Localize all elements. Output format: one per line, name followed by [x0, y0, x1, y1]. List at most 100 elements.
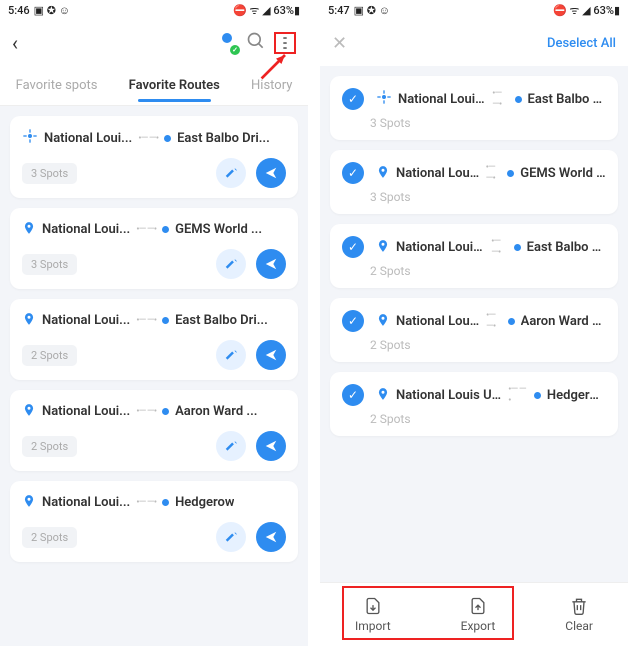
route-list-selection: ✓ National Louis U... •— —• East Balbo Driv… [320, 66, 628, 582]
cloud-sync-icon[interactable]: ✓ [216, 32, 238, 54]
edit-button[interactable] [216, 431, 246, 461]
route-card-selectable[interactable]: ✓National Louis U...•— —•East Balbo Driv… [330, 224, 618, 288]
route-separator-icon: •— —• [136, 224, 156, 235]
clear-button[interactable]: Clear [565, 596, 593, 633]
destination-dot-icon [162, 499, 169, 506]
status-app-icons: ▣ ✪ ☺ [354, 4, 390, 17]
pin-icon [376, 386, 390, 405]
route-separator-icon: •— —• [136, 497, 156, 508]
route-card-selectable[interactable]: ✓National Louis U...•— —•East Balbo Driv… [330, 76, 618, 140]
header: ‹ ✓ [0, 20, 308, 66]
status-right-icons: ⛔ ᯤ ◢ 63%▮ [553, 3, 620, 18]
spots-count: 3 Spots [22, 163, 77, 184]
navigate-button[interactable] [256, 340, 286, 370]
search-icon[interactable] [246, 31, 266, 55]
more-icon[interactable] [274, 32, 296, 54]
route-end: GEMS World Aca... [520, 166, 606, 181]
route-card-selectable[interactable]: ✓National Louis U...•— —•Hedgerow2 Spots [330, 372, 618, 436]
phone-left: 5:46 ▣ ✪ ☺ ⛔ ᯤ ◢ 63%▮ ‹ ✓ Favorite spots… [0, 0, 308, 646]
route-list: National Loui... •— —• East Balbo Dri... 3 … [0, 106, 308, 646]
route-card[interactable]: National Loui...•— —•East Balbo Dri...3 … [10, 116, 298, 198]
route-separator-icon: •— —• [136, 315, 156, 326]
route-end: Hedgerow [175, 495, 234, 510]
import-button[interactable]: Import [355, 596, 391, 633]
route-start: National Loui... [42, 313, 130, 328]
navigate-button[interactable] [256, 522, 286, 552]
spots-count: 2 Spots [370, 264, 606, 278]
destination-dot-icon [508, 318, 515, 325]
navigate-button[interactable] [256, 249, 286, 279]
pin-icon [376, 312, 390, 331]
route-card[interactable]: National Loui... •— —• Hedgerow 2 Spots [10, 481, 298, 562]
export-button[interactable]: Export [461, 596, 496, 633]
phone-right: 5:47 ▣ ✪ ☺ ⛔ ᯤ ◢ 63%▮ ✕ Deselect All ✓ Na… [320, 0, 628, 646]
tab-favorite-spots[interactable]: Favorite spots [16, 78, 98, 93]
status-time: 5:47 [328, 4, 350, 17]
clear-label: Clear [565, 619, 593, 633]
selection-check-icon[interactable]: ✓ [342, 236, 364, 258]
route-start: National Loui... [42, 495, 130, 510]
spots-count: 2 Spots [370, 412, 606, 426]
back-button[interactable]: ‹ [12, 31, 18, 55]
route-end: East Balbo Dri... [177, 131, 270, 146]
status-right-icons: ⛔ ᯤ ◢ 63%▮ [233, 3, 300, 18]
destination-dot-icon [515, 96, 522, 103]
tabs: Favorite spots Favorite Routes History [0, 66, 308, 106]
route-start: National Louis U... [396, 166, 480, 181]
pin-icon [376, 164, 390, 183]
route-card-selectable[interactable]: ✓National Louis U...•— —•GEMS World Aca.… [330, 150, 618, 214]
edit-button[interactable] [216, 249, 246, 279]
crosshair-icon [376, 89, 392, 109]
route-start: National Loui... [42, 222, 130, 237]
tab-favorite-routes[interactable]: Favorite Routes [129, 78, 220, 93]
import-label: Import [355, 619, 391, 633]
destination-dot-icon [534, 392, 541, 399]
route-end: East Balbo Drive [528, 92, 607, 107]
route-card[interactable]: National Loui... •— —• East Balbo Dri... 2 … [10, 299, 298, 380]
selection-check-icon[interactable]: ✓ [342, 162, 364, 184]
status-app-icons: ▣ ✪ ☺ [34, 4, 70, 17]
edit-button[interactable] [216, 158, 246, 188]
spots-count: 2 Spots [370, 338, 606, 352]
route-end: GEMS World ... [175, 222, 262, 237]
selection-check-icon[interactable]: ✓ [342, 88, 364, 110]
spots-count: 2 Spots [22, 345, 77, 366]
selection-check-icon[interactable]: ✓ [342, 384, 364, 406]
route-separator-icon: •— —• [138, 133, 158, 144]
bottom-bar: Import Export Clear [320, 582, 628, 646]
route-start: National Louis U... [398, 92, 486, 107]
route-card[interactable]: National Loui...•— —•Aaron Ward ...2 Spo… [10, 390, 298, 471]
pin-icon [22, 311, 36, 330]
destination-dot-icon [507, 170, 514, 177]
route-end: East Balbo Drive [527, 240, 606, 255]
edit-button[interactable] [216, 340, 246, 370]
spots-count: 2 Spots [22, 436, 77, 457]
spots-count: 2 Spots [22, 527, 77, 548]
deselect-all-button[interactable]: Deselect All [547, 36, 616, 51]
edit-button[interactable] [216, 522, 246, 552]
route-separator-icon: •— —• [508, 384, 528, 406]
navigate-button[interactable] [256, 158, 286, 188]
status-bar: 5:47 ▣ ✪ ☺ ⛔ ᯤ ◢ 63%▮ [320, 0, 628, 20]
spots-count: 3 Spots [370, 190, 606, 204]
close-button[interactable]: ✕ [332, 33, 347, 54]
destination-dot-icon [514, 244, 521, 251]
pin-icon [22, 493, 36, 512]
tab-history[interactable]: History [251, 78, 292, 93]
route-card-selectable[interactable]: ✓National Louis U...•— —•Aaron Ward Mon.… [330, 298, 618, 362]
header: ✕ Deselect All [320, 20, 628, 66]
route-start: National Louis U... [396, 240, 485, 255]
pin-icon [22, 220, 36, 239]
route-start: National Louis U... [396, 314, 480, 329]
destination-dot-icon [162, 226, 169, 233]
navigate-button[interactable] [256, 431, 286, 461]
crosshair-icon [22, 128, 38, 148]
route-end: East Balbo Dri... [175, 313, 268, 328]
route-start: National Louis U... [396, 388, 502, 403]
destination-dot-icon [164, 135, 171, 142]
route-card[interactable]: National Loui... •— —• GEMS World ... 3 Spo… [10, 208, 298, 289]
spots-count: 3 Spots [22, 254, 77, 275]
route-start: National Loui... [42, 404, 130, 419]
pin-icon [22, 402, 36, 421]
selection-check-icon[interactable]: ✓ [342, 310, 364, 332]
